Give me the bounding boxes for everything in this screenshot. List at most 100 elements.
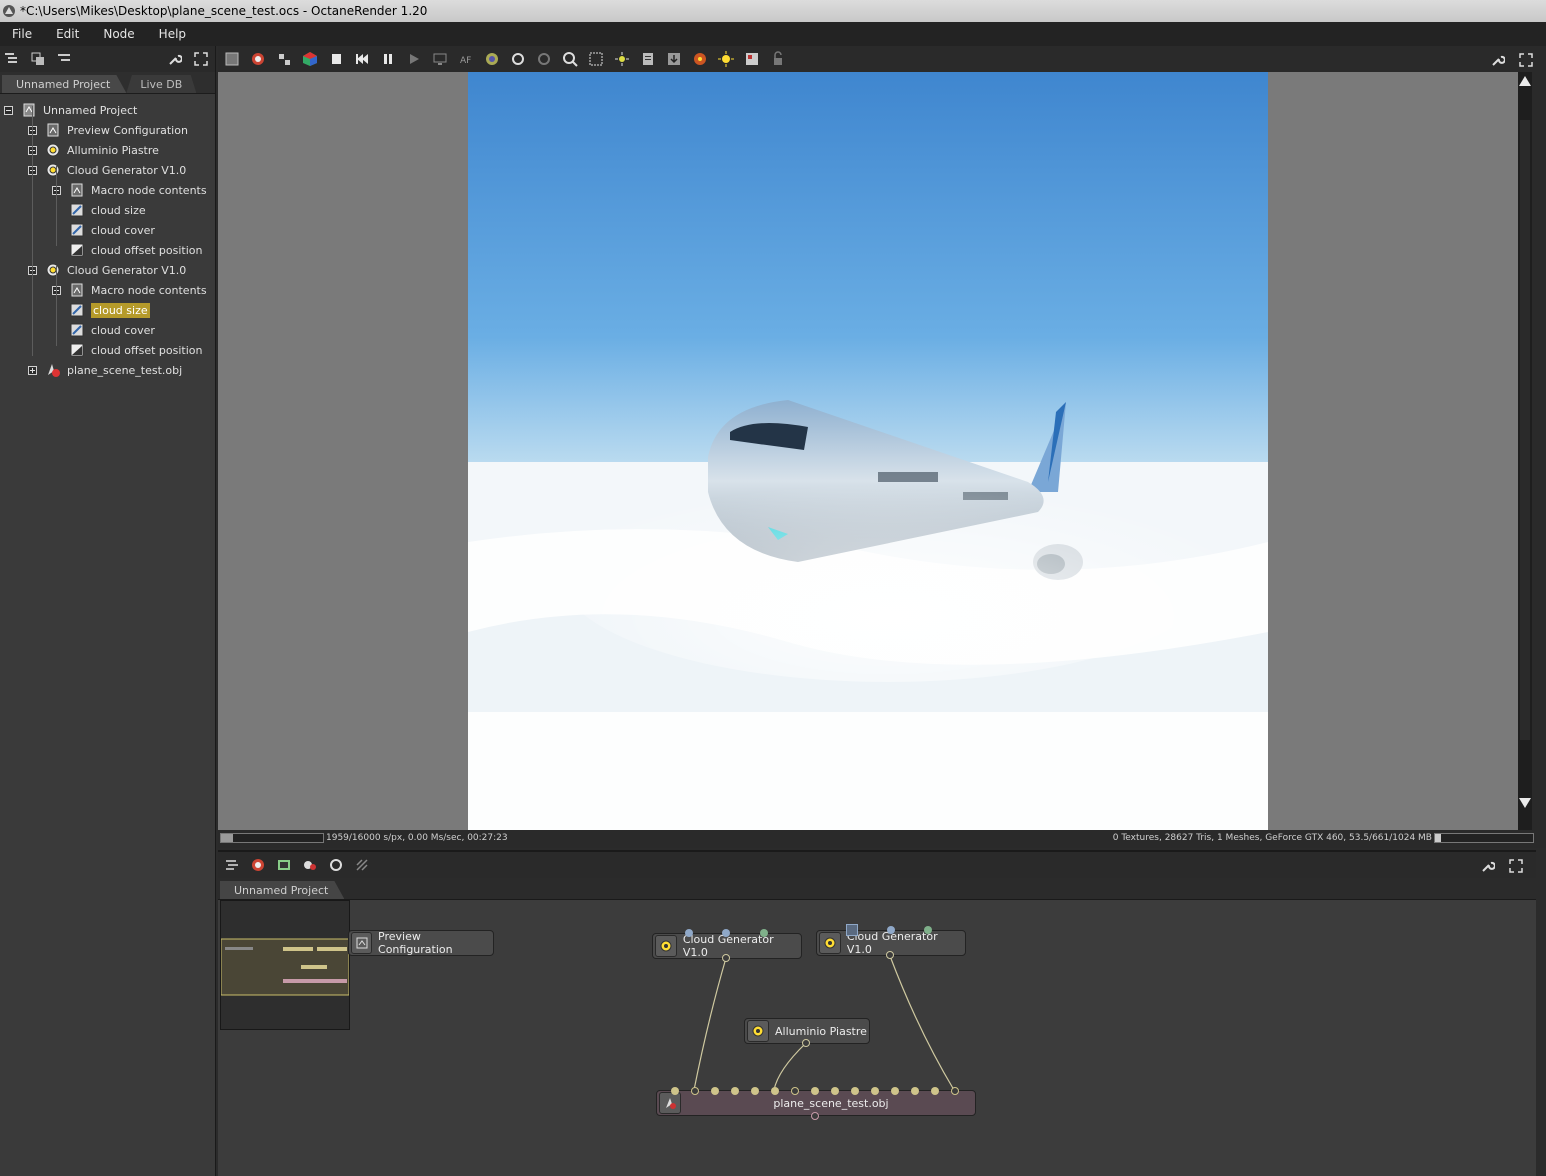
color-cube-icon[interactable] bbox=[300, 49, 320, 69]
tree-item[interactable]: cloud size bbox=[52, 300, 150, 320]
tab-live-db[interactable]: Live DB bbox=[126, 75, 197, 93]
mesh-input-pin[interactable] bbox=[711, 1087, 719, 1095]
environment-icon[interactable] bbox=[742, 49, 762, 69]
save-render-icon[interactable] bbox=[222, 49, 242, 69]
mesh-input-pin[interactable] bbox=[851, 1087, 859, 1095]
mesh-input-pin[interactable] bbox=[771, 1087, 779, 1095]
tree-item[interactable]: cloud size bbox=[52, 200, 146, 220]
project-icon bbox=[21, 102, 37, 118]
tree-item[interactable]: Alluminio Piastre bbox=[28, 140, 159, 160]
refresh-icon[interactable] bbox=[508, 49, 528, 69]
tree-item[interactable]: Cloud Generator V1.0 bbox=[28, 260, 186, 280]
graph-texture-icon[interactable] bbox=[352, 855, 372, 875]
menu-help[interactable]: Help bbox=[147, 27, 198, 41]
tab-unnamed-project[interactable]: Unnamed Project bbox=[2, 75, 127, 93]
maximize-icon[interactable] bbox=[191, 49, 211, 69]
render-viewport-panel: AF 1959/16000 s/px, 0.00 Ms/sec, 00:27:2… bbox=[218, 46, 1546, 848]
render-region-icon[interactable] bbox=[586, 49, 606, 69]
graph-layout-icon[interactable] bbox=[222, 855, 242, 875]
tree-item[interactable]: cloud cover bbox=[52, 220, 155, 240]
mesh-input-pin[interactable] bbox=[791, 1087, 799, 1095]
mesh-input-pin[interactable] bbox=[931, 1087, 939, 1095]
output-pin[interactable] bbox=[886, 951, 894, 959]
viewport-maximize-icon[interactable] bbox=[1516, 50, 1536, 70]
mesh-input-pin[interactable] bbox=[871, 1087, 879, 1095]
menu-node[interactable]: Node bbox=[91, 27, 146, 41]
viewport-wrench-icon[interactable] bbox=[1488, 50, 1508, 70]
pause-icon[interactable] bbox=[378, 49, 398, 69]
node-graph-canvas[interactable]: Preview Configuration Cloud Generator V1… bbox=[218, 900, 1536, 1176]
mesh-input-pin[interactable] bbox=[951, 1087, 959, 1095]
output-pin[interactable] bbox=[811, 1112, 819, 1120]
tree-item[interactable]: Preview Configuration bbox=[28, 120, 188, 140]
input-pin[interactable] bbox=[722, 929, 730, 937]
outliner-view-icon[interactable] bbox=[2, 49, 22, 69]
clipboard-icon[interactable] bbox=[638, 49, 658, 69]
memory-bar bbox=[1434, 833, 1534, 843]
tree-item[interactable]: cloud offset position bbox=[52, 340, 202, 360]
tree-item-label: cloud cover bbox=[91, 223, 155, 237]
graph-lens-icon[interactable] bbox=[248, 855, 268, 875]
play-icon[interactable] bbox=[404, 49, 424, 69]
graph-tab-unnamed-project[interactable]: Unnamed Project bbox=[220, 881, 345, 899]
menu-file[interactable]: File bbox=[0, 27, 44, 41]
mesh-input-pin[interactable] bbox=[811, 1087, 819, 1095]
graph-mesh-icon[interactable] bbox=[300, 855, 320, 875]
node-preview-configuration[interactable]: Preview Configuration bbox=[348, 930, 494, 956]
tree-item[interactable]: cloud cover bbox=[52, 320, 155, 340]
render-area[interactable] bbox=[218, 72, 1518, 830]
menu-edit[interactable]: Edit bbox=[44, 27, 91, 41]
tree-item[interactable]: Unnamed Project bbox=[4, 100, 137, 120]
input-pin[interactable] bbox=[760, 929, 768, 937]
af-icon[interactable]: AF bbox=[456, 49, 476, 69]
tree-item[interactable]: plane_scene_test.obj bbox=[28, 360, 182, 380]
mesh-input-pin[interactable] bbox=[891, 1087, 899, 1095]
input-pin[interactable] bbox=[887, 926, 895, 934]
tree-item-label: plane_scene_test.obj bbox=[67, 363, 183, 377]
tree-item-label: cloud offset position bbox=[91, 243, 203, 257]
tree-item-label: Cloud Generator V1.0 bbox=[67, 163, 187, 177]
mesh-input-pin[interactable] bbox=[751, 1087, 759, 1095]
lock-icon[interactable] bbox=[768, 49, 788, 69]
output-pin[interactable] bbox=[802, 1039, 810, 1047]
wrench-icon[interactable] bbox=[165, 49, 185, 69]
copy-icon[interactable] bbox=[28, 49, 48, 69]
tree-item[interactable]: Macro node contents bbox=[52, 180, 207, 200]
monitor-icon[interactable] bbox=[430, 49, 450, 69]
restart-icon[interactable] bbox=[352, 49, 372, 69]
material-picker-icon[interactable] bbox=[690, 49, 710, 69]
mesh-input-pin[interactable] bbox=[831, 1087, 839, 1095]
focus-picker-icon[interactable] bbox=[612, 49, 632, 69]
graph-material-icon[interactable] bbox=[326, 855, 346, 875]
graph-wrench-icon[interactable] bbox=[1478, 856, 1498, 876]
tree-item[interactable]: Macro node contents bbox=[52, 280, 207, 300]
input-pin[interactable] bbox=[924, 926, 932, 934]
region-icon[interactable] bbox=[534, 49, 554, 69]
selected-pin-marker[interactable] bbox=[846, 924, 858, 936]
expand-icon[interactable] bbox=[28, 365, 37, 375]
color-picker-icon[interactable] bbox=[482, 49, 502, 69]
collapse-icon[interactable] bbox=[4, 105, 13, 115]
outliner-toolbar bbox=[0, 46, 215, 72]
output-pin[interactable] bbox=[722, 954, 730, 962]
graph-maximize-icon[interactable] bbox=[1506, 856, 1526, 876]
stop-icon[interactable] bbox=[326, 49, 346, 69]
collapse-icon[interactable] bbox=[54, 49, 74, 69]
graph-film-icon[interactable] bbox=[274, 855, 294, 875]
mesh-input-pin[interactable] bbox=[691, 1087, 699, 1095]
zoom-icon[interactable] bbox=[560, 49, 580, 69]
render-progress-bar bbox=[220, 833, 324, 843]
nodes-icon[interactable] bbox=[274, 49, 294, 69]
tree-item[interactable]: cloud offset position bbox=[52, 240, 202, 260]
import-icon[interactable] bbox=[664, 49, 684, 69]
node-label: Cloud Generator V1.0 bbox=[682, 933, 774, 959]
lens-icon[interactable] bbox=[248, 49, 268, 69]
viewport-vertical-scrollbar[interactable] bbox=[1518, 72, 1532, 830]
light-icon[interactable] bbox=[716, 49, 736, 69]
tree-item[interactable]: Cloud Generator V1.0 bbox=[28, 160, 186, 180]
mesh-input-pin[interactable] bbox=[911, 1087, 919, 1095]
mesh-input-pin[interactable] bbox=[671, 1087, 679, 1095]
mesh-input-pin[interactable] bbox=[731, 1087, 739, 1095]
input-pin[interactable] bbox=[685, 929, 693, 937]
tree-item-label: cloud size bbox=[91, 302, 150, 318]
